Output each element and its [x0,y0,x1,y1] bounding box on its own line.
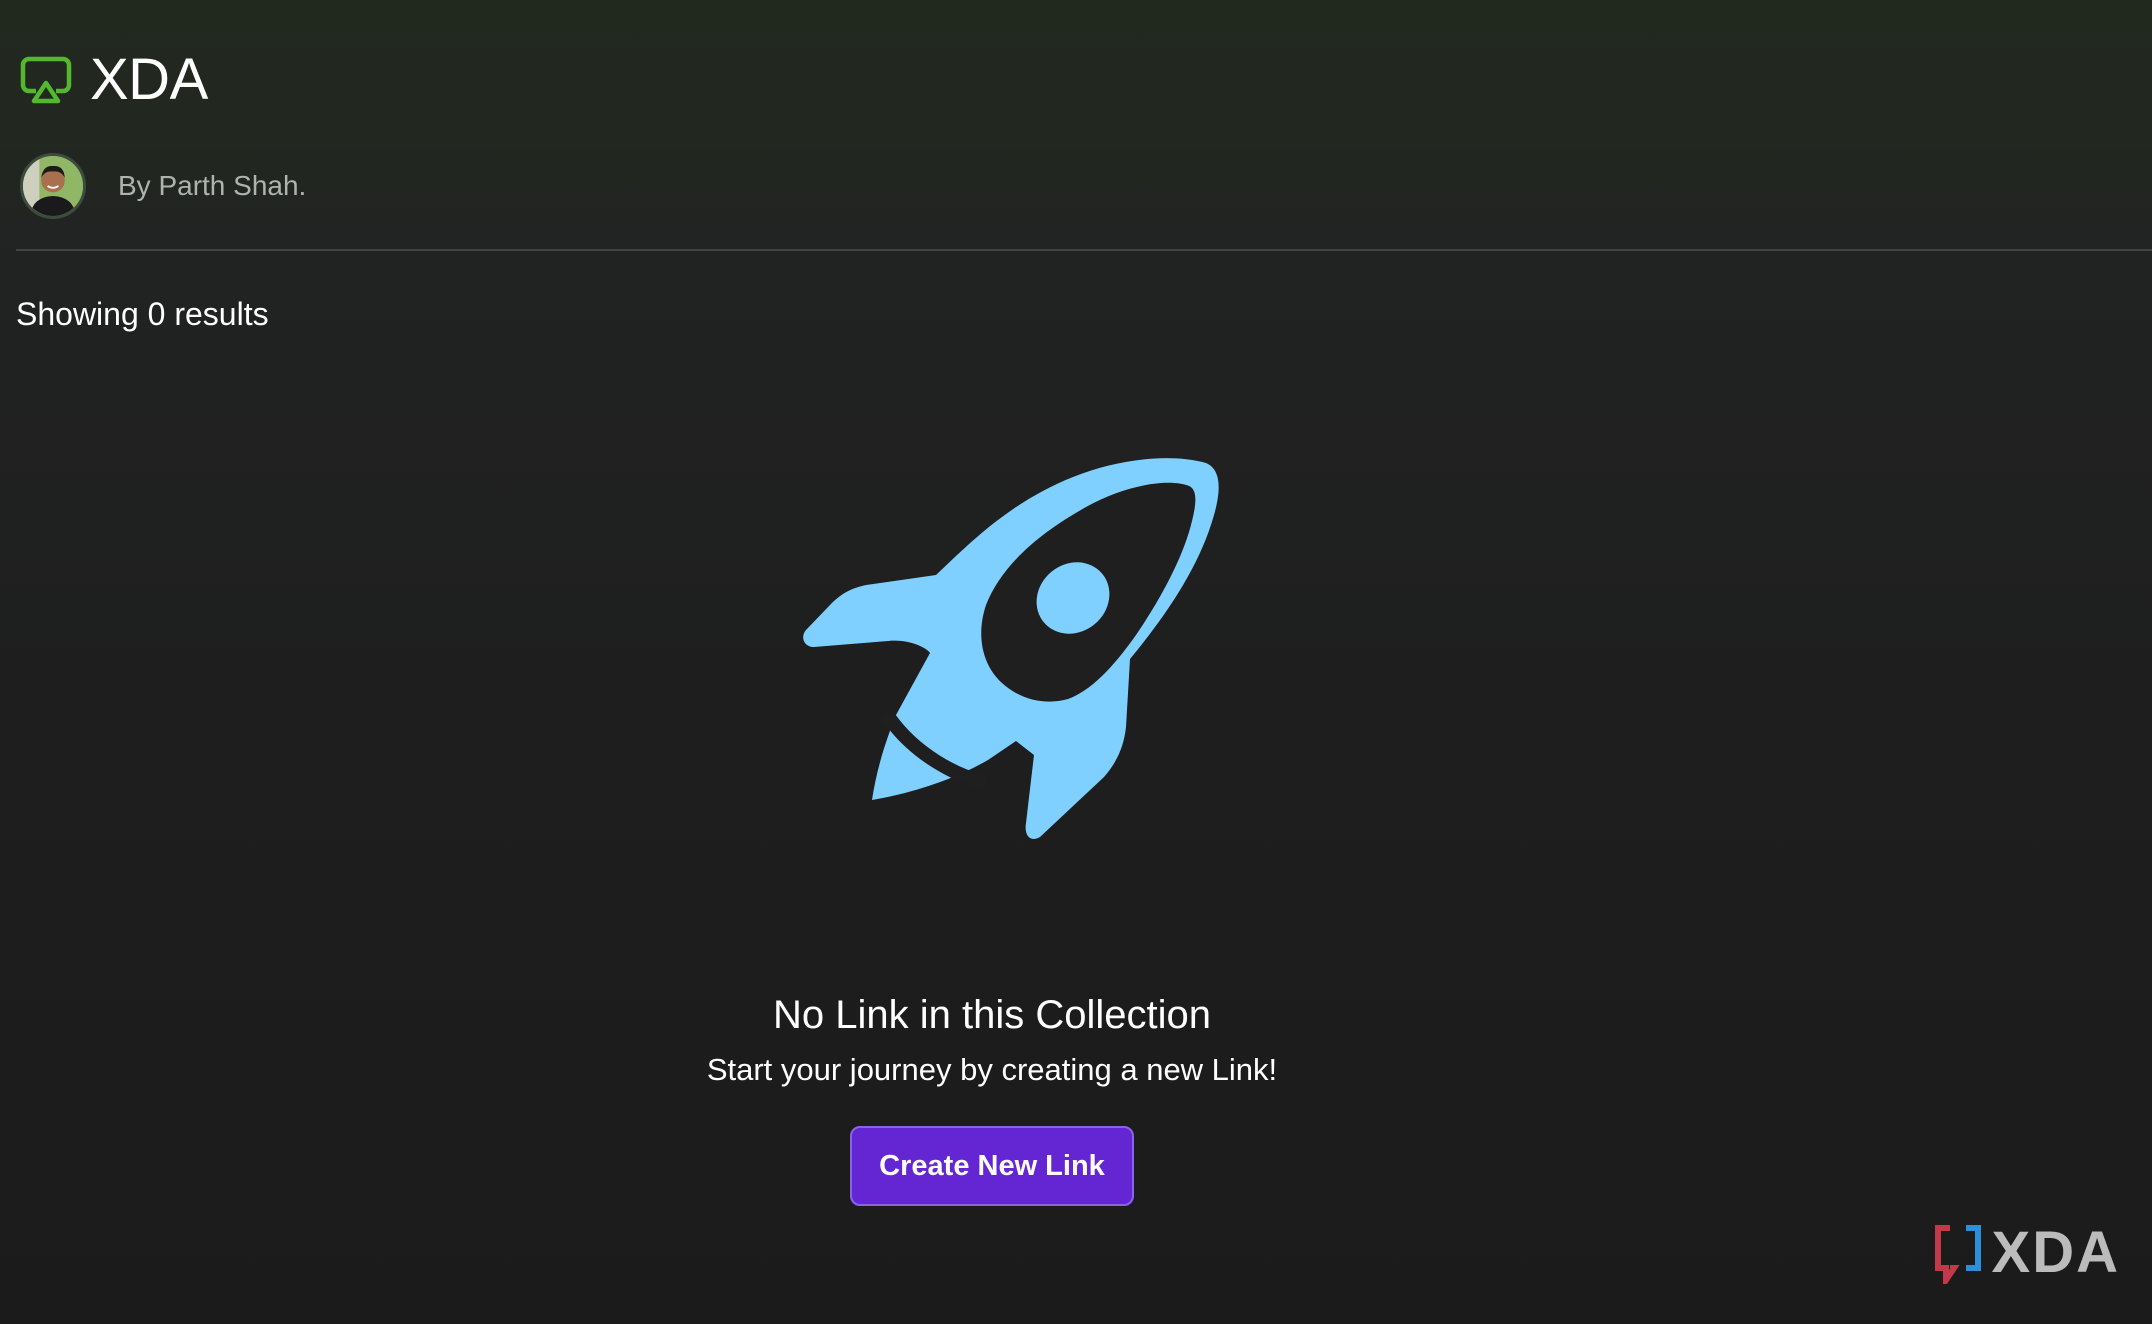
create-new-link-button[interactable]: Create New Link [850,1126,1134,1206]
xda-watermark: XDA [1932,1219,2120,1286]
author-avatar[interactable] [20,153,86,219]
collection-title: XDA [90,47,208,112]
empty-state-title: No Link in this Collection [773,993,1211,1037]
empty-state: No Link in this Collection Start your jo… [0,455,2068,1206]
watermark-text: XDA [1991,1220,2120,1285]
results-count: Showing 0 results [16,296,269,332]
empty-state-subtitle: Start your journey by creating a new Lin… [706,1052,1278,1087]
xda-bracket-logo-icon [1934,1224,1981,1284]
collection-title-row: XDA [20,48,208,112]
header-divider [16,249,2152,251]
airplay-screen-icon [20,56,72,104]
author-row: By Parth Shah. [20,150,306,222]
collection-header: XDA By Parth Shah. [0,0,2152,250]
author-byline: By Parth Shah. [118,170,307,201]
rocket-icon [803,458,1219,840]
